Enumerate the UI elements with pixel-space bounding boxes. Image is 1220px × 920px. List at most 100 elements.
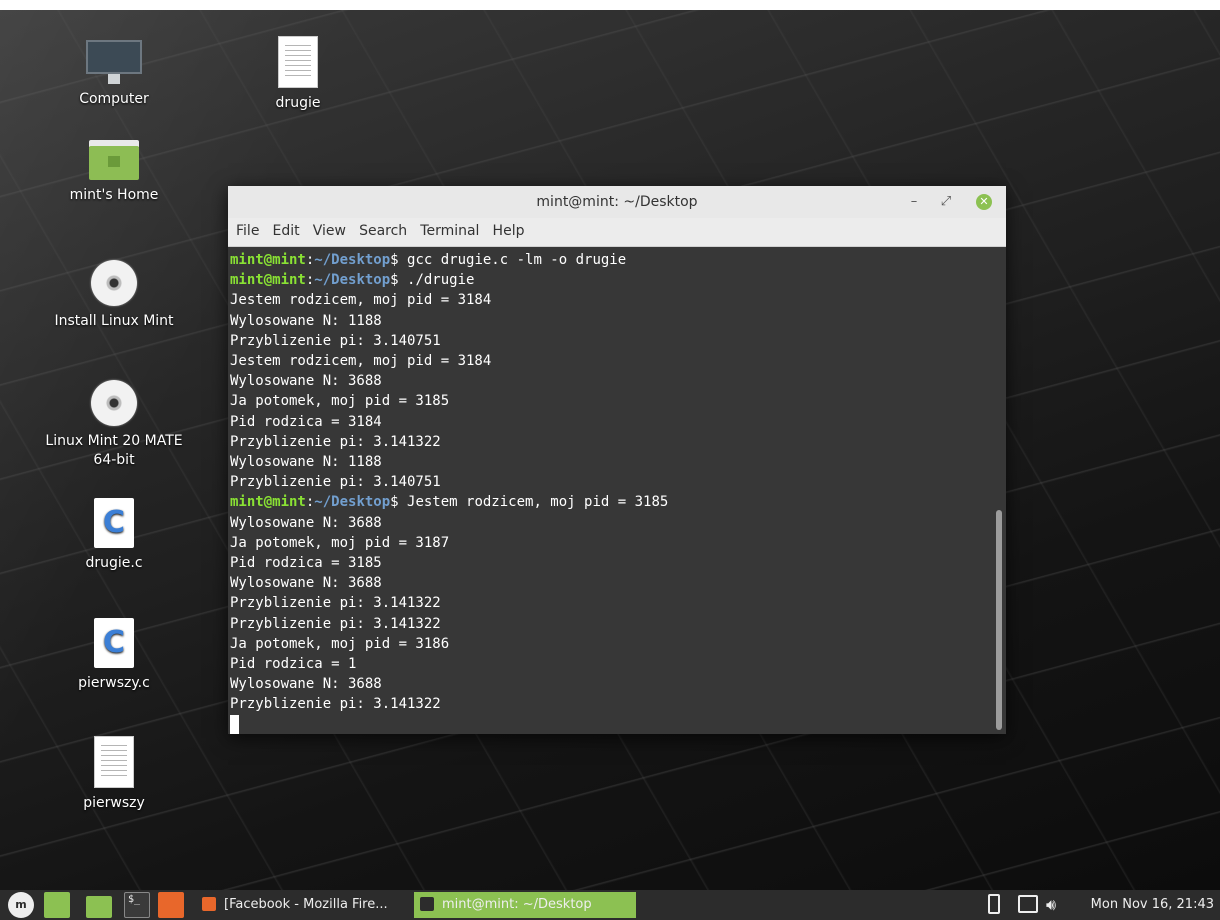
terminal-line: Wylosowane N: 1188 [230, 452, 992, 472]
files-folder-icon[interactable] [86, 896, 112, 918]
output-text: Ja potomek, moj pid = 3187 [230, 534, 450, 551]
prompt-path: ~/Desktop [314, 494, 391, 511]
disc-icon [91, 380, 137, 426]
menu-search[interactable]: Search [359, 218, 415, 239]
window-titlebar[interactable]: mint@mint: ~/Desktop – ⤢ ✕ [228, 186, 1006, 218]
desktop-icon-label: drugie.c [85, 555, 143, 571]
output-text: Jestem rodzicem, moj pid = 3184 [230, 292, 492, 309]
window-title: mint@mint: ~/Desktop [536, 194, 698, 210]
terminal-line: Ja potomek, moj pid = 3186 [230, 634, 992, 654]
command-text: ./drugie [407, 272, 475, 289]
taskbar: m $_ [Facebook - Mozilla Fire... mint@mi… [0, 890, 1220, 920]
output-text: Wylosowane N: 1188 [230, 454, 382, 471]
terminal-line: Ja potomek, moj pid = 3187 [230, 533, 992, 553]
minimize-button[interactable]: – [904, 192, 924, 212]
desktop-icon-drugie[interactable]: drugie [228, 36, 368, 113]
terminal-line: mint@mint:~/Desktop$ ./drugie [230, 270, 992, 290]
document-icon [94, 736, 134, 788]
document-icon [278, 36, 318, 88]
battery-icon[interactable] [988, 894, 1000, 914]
output-text: Wylosowane N: 3688 [230, 575, 382, 592]
disc-icon [91, 260, 137, 306]
prompt-user: mint@mint [230, 252, 306, 268]
output-text: Pid rodzica = 3184 [230, 413, 382, 430]
menu-terminal[interactable]: Terminal [420, 218, 487, 239]
c-source-file-icon: C [94, 618, 134, 668]
terminal-line: Przyblizenie pi: 3.141322 [230, 593, 992, 613]
desktop-icon-dvd[interactable]: Linux Mint 20 MATE 64-bit [38, 380, 190, 470]
mint-menu-button[interactable]: m [8, 892, 34, 918]
volume-icon[interactable]: 🔊︎ [1046, 893, 1056, 919]
terminal-line: Ja potomek, moj pid = 3185 [230, 391, 992, 411]
show-desktop-icon[interactable] [44, 892, 70, 918]
clock[interactable]: Mon Nov 16, 21:43 [1091, 890, 1214, 920]
output-text: Przyblizenie pi: 3.141322 [230, 595, 441, 612]
desktop-icon-label: Linux Mint 20 MATE [45, 433, 183, 449]
network-icon[interactable] [1018, 895, 1038, 913]
prompt-sign: $ [390, 252, 408, 268]
task-terminal-label: mint@mint: ~/Desktop [442, 897, 592, 912]
output-text: Wylosowane N: 3688 [230, 676, 382, 693]
cursor-line [230, 714, 992, 734]
computer-icon [86, 40, 142, 84]
output-text: Pid rodzica = 3185 [230, 555, 382, 572]
task-terminal[interactable]: mint@mint: ~/Desktop [414, 892, 636, 918]
text-cursor [230, 714, 239, 734]
terminal-menubar: File Edit View Search Terminal Help [228, 218, 1006, 247]
terminal-line: Pid rodzica = 1 [230, 654, 992, 674]
desktop-icon-label: mint's Home [69, 187, 159, 203]
maximize-button[interactable]: ⤢ [936, 192, 956, 212]
output-text: Jestem rodzicem, moj pid = 3184 [230, 353, 492, 370]
output-text: Ja potomek, moj pid = 3186 [230, 635, 450, 652]
desktop-icon-label: Install Linux Mint [54, 313, 174, 329]
prompt-sign: $ [390, 272, 408, 289]
terminal-line: Wylosowane N: 3688 [230, 573, 992, 593]
desktop-icon-label: Computer [79, 91, 149, 107]
output-text: Wylosowane N: 3688 [230, 514, 382, 531]
terminal-line: mint@mint:~/Desktop$ gcc drugie.c -lm -o… [230, 250, 992, 270]
firefox-launcher-icon[interactable] [158, 892, 184, 918]
desktop-icon-label: pierwszy [83, 795, 145, 811]
desktop-icon-drugie-c[interactable]: C drugie.c [44, 498, 184, 573]
prompt-user: mint@mint [230, 494, 306, 511]
terminal-line: Przyblizenie pi: 3.141322 [230, 432, 992, 452]
terminal-line: Przyblizenie pi: 3.141322 [230, 694, 992, 714]
menu-view[interactable]: View [313, 218, 354, 239]
scrollbar-thumb[interactable] [996, 510, 1002, 730]
terminal-line: Pid rodzica = 3185 [230, 553, 992, 573]
desktop-icon-install[interactable]: Install Linux Mint [44, 260, 184, 331]
output-text: Przyblizenie pi: 3.141322 [230, 433, 441, 450]
terminal-line: Jestem rodzicem, moj pid = 3184 [230, 351, 992, 371]
menu-help[interactable]: Help [493, 218, 533, 239]
output-text: Wylosowane N: 3688 [230, 373, 382, 390]
home-folder-icon [89, 140, 139, 180]
firefox-icon [202, 896, 216, 911]
terminal-line: Przyblizenie pi: 3.140751 [230, 472, 992, 492]
prompt-path: ~/Desktop [314, 252, 391, 268]
desktop: Computer mint's Home Install Linux Mint … [0, 0, 1220, 890]
terminal-window[interactable]: mint@mint: ~/Desktop – ⤢ ✕ File Edit Vie… [228, 186, 1006, 734]
terminal-line: Wylosowane N: 3688 [230, 674, 992, 694]
terminal-scrollbar[interactable] [996, 250, 1002, 730]
command-text: Jestem rodzicem, moj pid = 3185 [407, 494, 669, 511]
desktop-icon-pierwszy[interactable]: pierwszy [44, 736, 184, 813]
terminal-launcher-icon[interactable]: $_ [124, 892, 150, 918]
prompt-user: mint@mint [230, 272, 306, 289]
terminal-line: Przyblizenie pi: 3.140751 [230, 331, 992, 351]
output-text: Pid rodzica = 1 [230, 656, 357, 673]
output-text: Ja potomek, moj pid = 3185 [230, 393, 450, 410]
terminal-line: Jestem rodzicem, moj pid = 3184 [230, 290, 992, 310]
desktop-icon-pierwszy-c[interactable]: C pierwszy.c [44, 618, 184, 693]
output-text: Wylosowane N: 1188 [230, 312, 382, 329]
desktop-icon-home[interactable]: mint's Home [44, 140, 184, 205]
command-text: gcc drugie.c -lm -o drugie [407, 252, 627, 268]
desktop-icon-label: pierwszy.c [78, 675, 150, 691]
terminal-output[interactable]: mint@mint:~/Desktop$ gcc drugie.c -lm -o… [228, 246, 992, 734]
terminal-line: mint@mint:~/Desktop$ Jestem rodzicem, mo… [230, 492, 992, 512]
output-text: Przyblizenie pi: 3.141322 [230, 696, 441, 713]
menu-edit[interactable]: Edit [273, 218, 308, 239]
close-button[interactable]: ✕ [976, 194, 992, 210]
desktop-icon-computer[interactable]: Computer [44, 40, 184, 109]
task-firefox[interactable]: [Facebook - Mozilla Fire... [196, 892, 410, 918]
menu-file[interactable]: File [236, 218, 267, 239]
